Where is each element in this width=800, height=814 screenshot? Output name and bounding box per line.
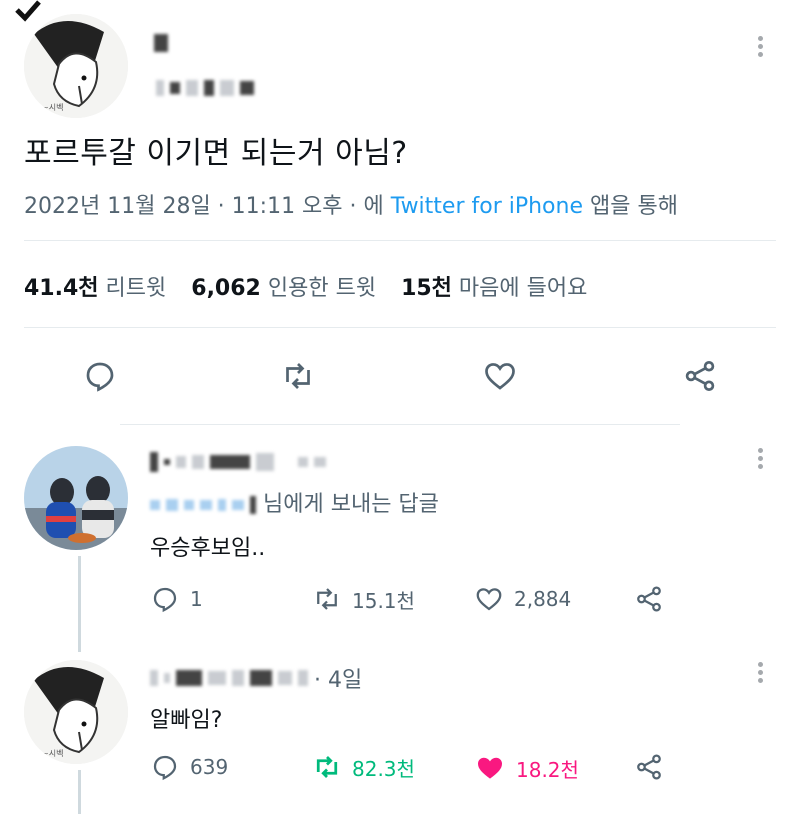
svg-text:~시벡: ~시벡 [42, 749, 63, 758]
quote-label[interactable]: 인용한 트윗 [268, 276, 376, 301]
reply2-share-button[interactable] [634, 752, 664, 782]
tweet-stats: 41.4천 리트윗 6,062 인용한 트윗 15천 마음에 들어요 [24, 270, 605, 302]
like-count[interactable]: 15천 [401, 276, 452, 301]
reply1-like-count: 2,884 [514, 587, 572, 611]
heart-icon [476, 588, 502, 611]
tweet-text: 포르투갈 이기면 되는거 아님? [24, 136, 408, 171]
share-icon [637, 586, 661, 612]
heart-icon [485, 363, 515, 390]
thread-line [78, 770, 81, 814]
reply1-share-button[interactable] [634, 584, 664, 614]
reply2-retweet-button[interactable]: 82.3천 [312, 752, 415, 782]
svg-text:~시벡: ~시벡 [42, 103, 63, 112]
tweet-source-suffix: 앱을 통해 [590, 194, 678, 219]
reply-icon [153, 587, 177, 613]
share-icon [637, 754, 661, 780]
author-handle[interactable] [156, 80, 254, 96]
tweet-date[interactable]: 2022년 11월 28일 · 11:11 오후 · 에 [24, 194, 384, 219]
reply2-like-button[interactable]: 18.2천 [474, 752, 579, 784]
divider [24, 327, 776, 328]
reply1-text: 우승후보임.. [150, 536, 266, 561]
reply1-more-options-icon[interactable] [758, 448, 764, 472]
reply-icon [153, 755, 177, 781]
reply1-retweet-button[interactable]: 15.1천 [312, 584, 415, 614]
reply-icon [86, 362, 114, 392]
share-icon [685, 361, 715, 391]
divider [120, 424, 680, 425]
retweet-icon [316, 756, 338, 778]
share-button[interactable] [682, 358, 718, 394]
divider [24, 240, 776, 241]
reply1-like-button[interactable]: 2,884 [474, 584, 571, 614]
thread-line [78, 556, 81, 652]
tweet-meta: 2022년 11월 28일 · 11:11 오후 · 에 Twitter for… [24, 188, 678, 220]
checkmark-icon [14, 0, 42, 26]
reply1-reply-button[interactable]: 1 [150, 584, 203, 614]
reply2-retweet-count: 82.3천 [352, 756, 415, 781]
author-display-name[interactable] [154, 34, 168, 52]
reply2-text: 알빠임? [150, 708, 223, 733]
retweet-icon [286, 363, 310, 389]
reply-button[interactable] [82, 358, 118, 394]
reply2-avatar[interactable]: ~시벡 [24, 660, 128, 764]
retweet-icon [317, 588, 337, 610]
retweet-button[interactable] [280, 358, 316, 394]
reply2-time[interactable]: · 4일 [314, 662, 362, 694]
more-options-icon[interactable] [758, 36, 764, 60]
quote-count[interactable]: 6,062 [191, 276, 261, 301]
tweet-source-link[interactable]: Twitter for iPhone [391, 194, 583, 219]
retweet-count[interactable]: 41.4천 [24, 276, 99, 301]
reply1-author-name[interactable] [150, 452, 326, 472]
heart-icon [478, 757, 502, 779]
reply1-retweet-count: 15.1천 [352, 588, 415, 613]
reply2-author-name[interactable] [150, 670, 308, 686]
reply2-reply-count: 639 [190, 755, 229, 779]
reply1-replying-to: 님에게 보내는 답글 [150, 486, 439, 518]
author-avatar[interactable]: ~시벡 [24, 14, 128, 118]
reply1-avatar[interactable] [24, 446, 128, 550]
reply1-replying-label: 님에게 보내는 답글 [263, 492, 439, 517]
reply2-header: · 4일 [150, 662, 362, 694]
like-button[interactable] [482, 358, 518, 394]
reply2-more-options-icon[interactable] [758, 662, 764, 686]
reply2-reply-button[interactable]: 639 [150, 752, 228, 782]
reply1-reply-count: 1 [190, 587, 203, 611]
retweet-label[interactable]: 리트윗 [106, 276, 167, 301]
like-label[interactable]: 마음에 들어요 [459, 276, 587, 301]
reply2-like-count: 18.2천 [516, 757, 579, 782]
